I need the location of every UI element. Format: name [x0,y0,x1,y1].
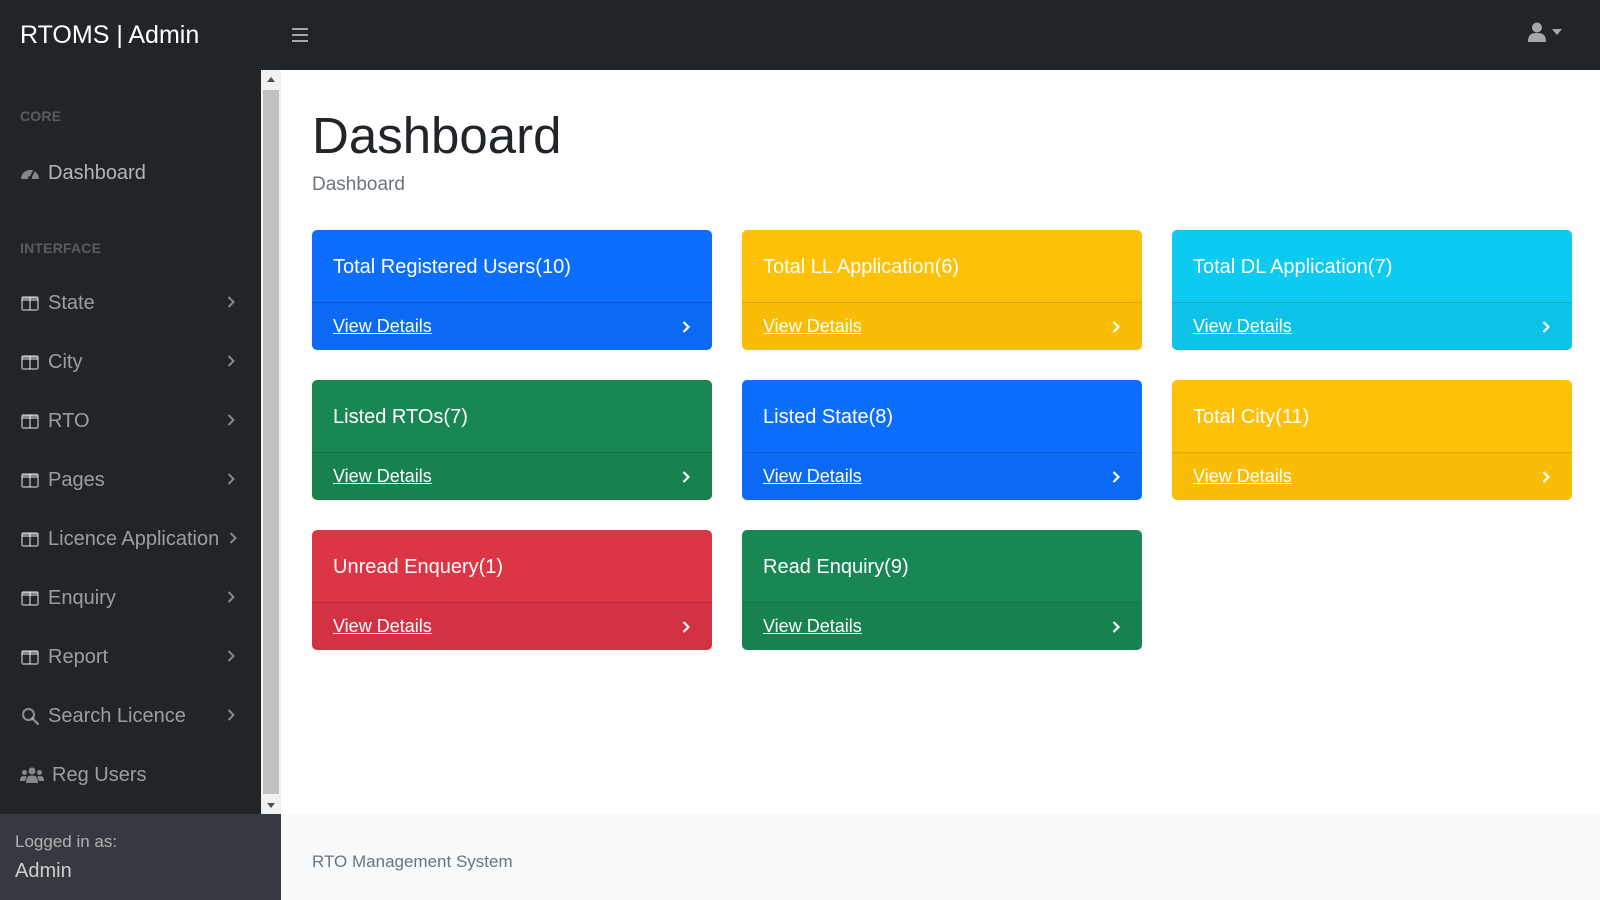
card-footer: View Details [312,452,712,500]
card-title: Total City(11) [1193,406,1310,428]
view-details-link[interactable]: View Details [1193,316,1292,337]
card-footer: View Details [742,452,1142,500]
card-title: Total Registered Users(10) [333,256,571,278]
sidebar-item-search-licence[interactable]: Search Licence [0,693,261,739]
sidebar-item-label: Dashboard [48,161,146,184]
view-details-link[interactable]: View Details [763,616,862,637]
stat-card-registered-users: Total Registered Users(10) View Details [312,230,712,350]
chevron-right-icon [223,648,239,664]
sidebar-item-reg-users[interactable]: Reg Users [0,752,261,798]
scrollbar-thumb[interactable] [263,90,279,794]
chevron-right-icon [223,412,239,428]
card-footer: View Details [312,302,712,350]
view-details-link[interactable]: View Details [333,466,432,487]
sidebar-heading-core: CORE [20,108,62,124]
chevron-right-icon [223,471,239,487]
tachometer-icon [20,163,40,183]
stat-card-total-city: Total City(11) View Details [1172,380,1572,500]
view-details-link[interactable]: View Details [1193,466,1292,487]
sidebar: CORE Dashboard INTERFACE State City RTO … [0,70,261,814]
columns-icon [20,470,40,490]
sidebar-toggle-button[interactable] [282,17,318,53]
sidebar-item-enquiry[interactable]: Enquiry [0,575,261,621]
user-icon [1528,22,1546,42]
sidebar-item-pages[interactable]: Pages [0,457,261,503]
chevron-right-icon [1110,620,1122,634]
stat-card-ll-application: Total LL Application(6) View Details [742,230,1142,350]
stat-card-dl-application: Total DL Application(7) View Details [1172,230,1572,350]
brand-title[interactable]: RTOMS | Admin [0,21,282,50]
card-footer: View Details [742,602,1142,650]
footer-text: RTO Management System [312,852,513,871]
sidebar-item-report[interactable]: Report [0,634,261,680]
columns-icon [20,352,40,372]
card-footer: View Details [1172,452,1572,500]
card-title: Unread Enquery(1) [333,556,504,578]
view-details-link[interactable]: View Details [333,616,432,637]
page-title: Dashboard [312,107,562,164]
card-footer: View Details [1172,302,1572,350]
chevron-right-icon [680,620,692,634]
top-navbar: RTOMS | Admin [0,0,1600,70]
view-details-link[interactable]: View Details [333,316,432,337]
sidebar-item-rto[interactable]: RTO [0,398,261,444]
user-dropdown[interactable] [1528,22,1562,42]
chevron-right-icon [223,353,239,369]
page-footer: RTO Management System [281,814,1600,900]
columns-icon [20,647,40,667]
stat-card-listed-state: Listed State(8) View Details [742,380,1142,500]
sidebar-scrollbar[interactable] [261,70,281,814]
sidebar-item-city[interactable]: City [0,339,261,385]
chevron-right-icon [223,707,239,723]
card-title: Total DL Application(7) [1193,256,1393,278]
scroll-up-arrow-icon[interactable] [261,70,281,88]
chevron-right-icon [1110,320,1122,334]
chevron-right-icon [225,530,241,546]
chevron-right-icon [680,470,692,484]
hamburger-icon [292,28,308,42]
stat-card-unread-enquiry: Unread Enquery(1) View Details [312,530,712,650]
chevron-right-icon [223,589,239,605]
sidebar-item-dashboard[interactable]: Dashboard [0,150,261,196]
sidebar-item-state[interactable]: State [0,280,261,326]
view-details-link[interactable]: View Details [763,466,862,487]
sidebar-item-label: Reg Users [52,763,147,786]
logged-in-user: Admin [15,860,72,882]
breadcrumb: Dashboard [312,174,405,195]
search-icon [20,706,40,726]
columns-icon [20,411,40,431]
card-title: Read Enquiry(9) [763,556,909,578]
sidebar-item-licence-application[interactable]: Licence Application [0,516,261,562]
card-title: Listed RTOs(7) [333,406,468,428]
columns-icon [20,529,40,549]
scroll-down-arrow-icon[interactable] [261,796,281,814]
card-footer: View Details [312,602,712,650]
columns-icon [20,293,40,313]
chevron-right-icon [1540,320,1552,334]
main-content: Dashboard Dashboard Total Registered Use… [281,70,1600,814]
sidebar-footer: Logged in as: Admin [0,814,281,900]
stat-card-read-enquiry: Read Enquiry(9) View Details [742,530,1142,650]
caret-down-icon [1552,29,1562,35]
view-details-link[interactable]: View Details [763,316,862,337]
users-icon [20,765,44,785]
chevron-right-icon [1540,470,1552,484]
columns-icon [20,588,40,608]
chevron-right-icon [1110,470,1122,484]
card-title: Total LL Application(6) [763,256,960,278]
chevron-right-icon [223,294,239,310]
card-title: Listed State(8) [763,406,894,428]
logged-in-label: Logged in as: [15,832,118,851]
chevron-right-icon [680,320,692,334]
sidebar-heading-interface: INTERFACE [20,240,102,256]
card-footer: View Details [742,302,1142,350]
stat-card-listed-rtos: Listed RTOs(7) View Details [312,380,712,500]
